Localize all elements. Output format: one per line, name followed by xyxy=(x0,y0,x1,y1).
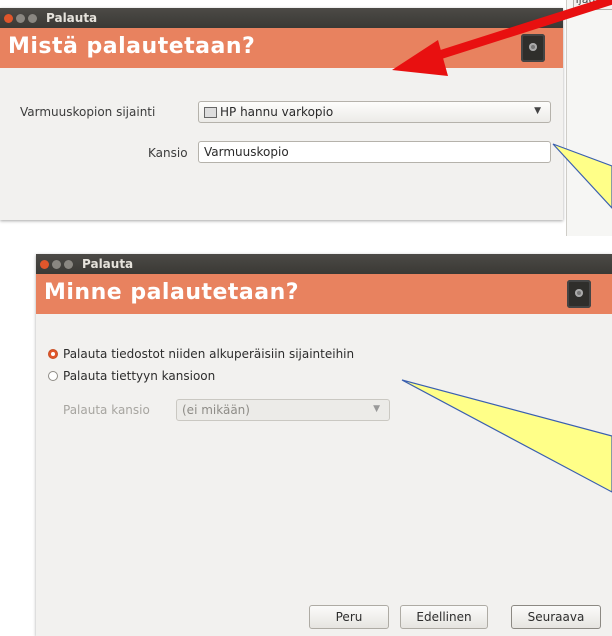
backup-location-dropdown[interactable]: HP hannu varkopio ▼ xyxy=(198,101,551,123)
restore-folder-dropdown[interactable]: (ei mikään) ▼ xyxy=(176,399,390,421)
titlebar: Palauta xyxy=(36,254,612,274)
partial-button: ljautus xyxy=(573,0,612,10)
drive-icon xyxy=(204,106,217,118)
backup-location-label: Varmuuskopion sijainti xyxy=(20,105,156,119)
folder-value: Varmuuskopio xyxy=(204,145,289,159)
page-heading: Mistä palautetaan? xyxy=(8,34,256,59)
restore-target-window: Palauta Minne palautetaan? Palauta tiedo… xyxy=(36,254,612,636)
restore-folder-value: (ei mikään) xyxy=(182,403,250,417)
next-button[interactable]: Seuraava xyxy=(511,605,601,629)
window-title: Palauta xyxy=(46,11,98,25)
maximize-button[interactable] xyxy=(64,259,73,269)
backup-location-value: HP hannu varkopio xyxy=(220,105,334,119)
minimize-button[interactable] xyxy=(16,13,25,23)
radio-restore-to-folder-label: Palauta tiettyyn kansioon xyxy=(63,369,216,383)
chevron-down-icon: ▼ xyxy=(373,404,380,414)
close-button[interactable] xyxy=(40,259,49,269)
backup-source-window: Palauta Mistä palautetaan? Varmuuskopion… xyxy=(0,8,563,220)
radio-indicator[interactable] xyxy=(48,371,58,381)
restore-folder-label: Palauta kansio xyxy=(63,403,150,417)
safe-icon xyxy=(567,280,591,308)
close-button[interactable] xyxy=(4,13,13,23)
cancel-button[interactable]: Peru xyxy=(309,605,389,629)
maximize-button[interactable] xyxy=(28,13,37,23)
header-banner: Mistä palautetaan? xyxy=(0,28,563,68)
radio-restore-to-folder[interactable]: Palauta tiettyyn kansioon xyxy=(48,369,215,383)
safe-icon xyxy=(521,34,545,62)
chevron-down-icon: ▼ xyxy=(534,106,541,116)
header-banner: Minne palautetaan? xyxy=(36,274,612,314)
minimize-button[interactable] xyxy=(52,259,61,269)
folder-input[interactable]: Varmuuskopio xyxy=(198,141,551,163)
titlebar: Palauta xyxy=(0,8,563,28)
page-heading: Minne palautetaan? xyxy=(44,280,300,305)
partial-window-fragment: ljautus xyxy=(566,0,612,236)
folder-label: Kansio xyxy=(148,146,188,160)
radio-selected-indicator[interactable] xyxy=(48,349,58,359)
radio-restore-original-label: Palauta tiedostot niiden alkuperäisiin s… xyxy=(63,347,355,361)
window-title: Palauta xyxy=(82,257,134,271)
back-button[interactable]: Edellinen xyxy=(400,605,488,629)
radio-restore-original[interactable]: Palauta tiedostot niiden alkuperäisiin s… xyxy=(48,347,354,361)
